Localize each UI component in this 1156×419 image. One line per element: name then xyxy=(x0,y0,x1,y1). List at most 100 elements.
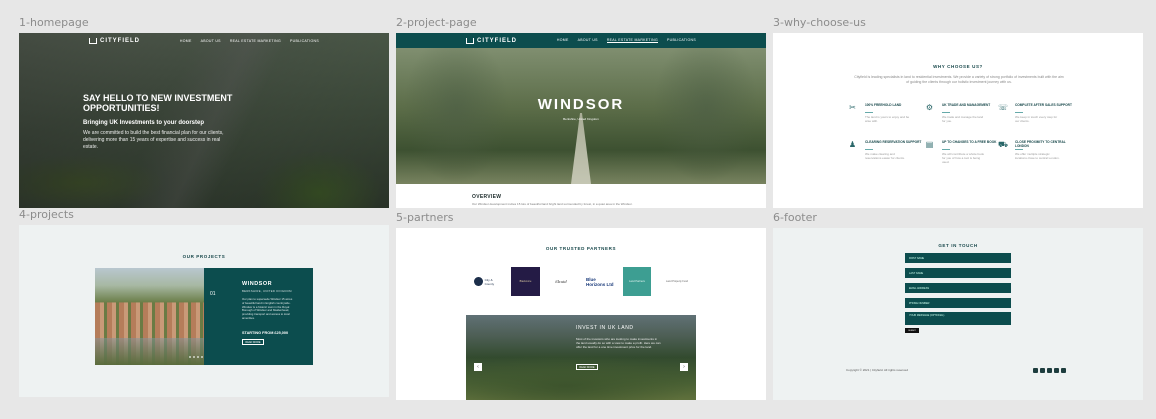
invest-title: INVEST IN UK LAND xyxy=(576,325,634,331)
partner-logo[interactable]: Land Partners xyxy=(623,267,651,296)
projects-frame[interactable]: OUR PROJECTS 01 WINDSOR BERKSHIRE, UNITE… xyxy=(19,225,389,397)
frame-label-homepage: 1-homepage xyxy=(19,16,89,29)
footer-frame[interactable]: GET IN TOUCH FIRST NAME LAST NAME EMAIL … xyxy=(773,228,1143,400)
instagram-icon[interactable] xyxy=(1040,368,1045,373)
twitter-icon[interactable] xyxy=(1047,368,1052,373)
brand-logo[interactable]: CITYFIELD xyxy=(89,38,140,44)
invest-text: Most of the investors who are looking to… xyxy=(576,337,661,349)
project-image xyxy=(95,268,204,365)
linkedin-icon[interactable] xyxy=(1054,368,1059,373)
river-scene xyxy=(95,338,204,365)
phone-icon: ☏ xyxy=(998,103,1009,112)
project-price: STARTING FROM £25,000 xyxy=(242,331,289,335)
homepage-nav: CITYFIELD HOME ABOUT US REAL ESTATE MARK… xyxy=(19,33,389,49)
project-nav: CITYFIELD HOME ABOUT US REAL ESTATE MARK… xyxy=(396,33,766,48)
partner-logo[interactable]: Blackmore xyxy=(511,267,540,296)
hero-text: We are committed to build the best finan… xyxy=(83,130,224,150)
invest-banner: INVEST IN UK LAND Most of the investors … xyxy=(466,315,696,400)
building-icon xyxy=(466,37,474,44)
nav-home[interactable]: HOME xyxy=(180,39,192,43)
nav-real-estate-marketing[interactable]: REAL ESTATE MARKETING xyxy=(606,38,658,43)
project-description: Our plan to supersede Windsor 15 acres o… xyxy=(242,297,293,320)
feature-title: COMPLETE AFTER SALES SUPPORT xyxy=(1015,103,1072,107)
submit-button[interactable]: SUBMIT xyxy=(905,328,919,333)
feature-title: CLOSE PROXIMITY TO CENTRAL LONDON xyxy=(1015,140,1066,148)
brand-name: CITYFIELD xyxy=(477,37,517,44)
partners-frame[interactable]: OUR TRUSTED PARTNERS City & County Black… xyxy=(396,228,766,400)
partner-logo[interactable]: Blue Horizons Ltd xyxy=(586,267,614,296)
project-page-frame[interactable]: CITYFIELD HOME ABOUT US REAL ESTATE MARK… xyxy=(396,33,766,208)
building-icon xyxy=(89,38,97,44)
nav-about[interactable]: ABOUT US xyxy=(201,39,221,43)
leaf-icon: ✂ xyxy=(849,103,856,112)
frame-label-project-page: 2-project-page xyxy=(396,16,477,29)
nav-home[interactable]: HOME xyxy=(557,38,569,43)
overview-title: OVERVIEW xyxy=(472,194,502,200)
frame-label-projects: 4-projects xyxy=(19,208,74,221)
why-choose-us-frame[interactable]: WHY CHOOSE US? Cityfield is leading spec… xyxy=(773,33,1143,208)
nodes-icon: ⚙ xyxy=(925,103,934,112)
chevron-left-icon[interactable]: ‹ xyxy=(474,363,482,371)
chevron-right-icon[interactable]: › xyxy=(680,363,688,371)
phone-field[interactable]: PHONE NUMBER xyxy=(905,298,1011,308)
first-name-field[interactable]: FIRST NAME xyxy=(905,253,1011,263)
email-field[interactable]: EMAIL ADDRESS xyxy=(905,283,1011,293)
car-icon: ⛟ xyxy=(998,140,1009,149)
feature-divider xyxy=(942,149,950,150)
feature-title: CLEARING RESERVATION SUPPORT xyxy=(865,140,922,144)
partner-logo[interactable]: Sbuid xyxy=(550,267,572,296)
document-icon: ▤ xyxy=(925,140,934,149)
social-links xyxy=(1033,368,1066,373)
nav-publications[interactable]: PUBLICATIONS xyxy=(667,38,696,43)
hero-title: SAY HELLO TO NEW INVESTMENT OPPORTUNITIE… xyxy=(83,93,233,113)
hero-subtitle: Bringing UK Investments to your doorstep xyxy=(83,120,205,126)
overview-text: Our Windsor development invites 15 lots … xyxy=(472,202,633,206)
nav-real-estate-marketing[interactable]: REAL ESTATE MARKETING xyxy=(230,39,281,43)
project-card: 01 WINDSOR BERKSHIRE, UNITED KINGDOM Our… xyxy=(204,268,313,365)
partner-logo[interactable]: City & County xyxy=(474,267,502,296)
invest-read-more-button[interactable]: READ MORE xyxy=(576,364,598,370)
people-icon: ♟ xyxy=(848,140,857,149)
feature-desc: We will contribute a whole book for you … xyxy=(942,152,984,164)
feature-divider xyxy=(865,149,873,150)
feature-divider xyxy=(1015,112,1023,113)
youtube-icon[interactable] xyxy=(1061,368,1066,373)
feature-desc: We offer multiple strategic locations cl… xyxy=(1015,152,1060,160)
partner-logo[interactable]: Land Property Fund xyxy=(664,267,690,296)
project-hero-text: WINDSOR Berkshire, United Kingdom xyxy=(396,96,766,121)
facebook-icon[interactable] xyxy=(1033,368,1038,373)
why-intro: Cityfield is leading specialists in land… xyxy=(854,75,1064,84)
feature-title: 100% FREEHOLD LAND xyxy=(865,103,902,107)
feature-divider xyxy=(865,112,873,113)
carousel-dots[interactable] xyxy=(189,356,203,358)
feature-desc: We keep in touch every step for our clie… xyxy=(1015,115,1058,123)
hero-content: SAY HELLO TO NEW INVESTMENT OPPORTUNITIE… xyxy=(83,93,233,151)
feature-title: UP TO CHANGES TO A FREE BOOK xyxy=(942,140,997,144)
frame-label-partners: 5-partners xyxy=(396,211,454,224)
nav-about[interactable]: ABOUT US xyxy=(578,38,598,43)
frame-label-why-choose-us: 3-why-choose-us xyxy=(773,16,866,29)
project-location: Berkshire, United Kingdom xyxy=(563,117,599,121)
feature-divider xyxy=(1015,149,1023,150)
feature-divider xyxy=(942,112,950,113)
feature-title: UK TRADE AND MANAGEMENT xyxy=(942,103,991,107)
message-field[interactable]: YOUR MESSAGE (OPTIONAL) xyxy=(905,312,1011,325)
why-title: WHY CHOOSE US? xyxy=(933,64,983,69)
feature-desc: We trade and manage the land for you. xyxy=(942,115,984,123)
nav-publications[interactable]: PUBLICATIONS xyxy=(290,39,319,43)
frame-label-footer: 6-footer xyxy=(773,211,817,224)
last-name-field[interactable]: LAST NAME xyxy=(905,268,1011,278)
partners-title: OUR TRUSTED PARTNERS xyxy=(545,246,617,251)
read-more-button[interactable]: READ MORE xyxy=(242,339,264,345)
feature-desc: The land is yours to enjoy and be wise w… xyxy=(865,115,910,123)
brand-logo[interactable]: CITYFIELD xyxy=(466,37,517,44)
brand-name: CITYFIELD xyxy=(100,38,140,44)
copyright-text: Copyright © 2021 | Cityfield. All rights… xyxy=(846,368,909,372)
projects-title: OUR PROJECTS xyxy=(182,254,226,259)
project-name: WINDSOR xyxy=(242,281,273,287)
project-title: WINDSOR xyxy=(537,96,625,113)
project-number: 01 xyxy=(210,291,216,297)
footer-title: GET IN TOUCH xyxy=(938,243,978,248)
project-subtitle: BERKSHIRE, UNITED KINGDOM xyxy=(242,289,292,293)
homepage-frame[interactable]: CITYFIELD HOME ABOUT US REAL ESTATE MARK… xyxy=(19,33,389,208)
